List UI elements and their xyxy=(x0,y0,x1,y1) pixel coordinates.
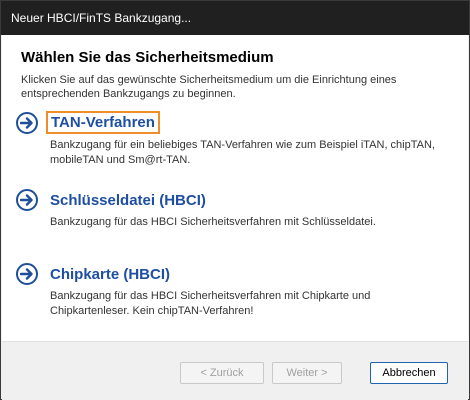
next-button[interactable]: Weiter > xyxy=(272,362,342,384)
page-subtext: Klicken Sie auf das gewünschte Sicherhei… xyxy=(21,74,397,100)
title-bar: Neuer HBCI/FinTS Bankzugang... xyxy=(1,1,469,35)
option-description-schluesseldatei: Bankzugang für das HBCI Sicherheitsverfa… xyxy=(50,216,376,228)
back-button[interactable]: < Zurück xyxy=(180,362,264,384)
page-heading: Wählen Sie das Sicherheitsmedium xyxy=(21,49,274,66)
option-title-schluesseldatei[interactable]: Schlüsseldatei (HBCI) xyxy=(46,190,210,211)
arrow-right-circle-icon[interactable] xyxy=(16,263,38,285)
option-description-chipkarte: Bankzugang für das HBCI Sicherheitsverfa… xyxy=(50,290,371,317)
option-title-tan-verfahren[interactable]: TAN-Verfahren xyxy=(46,111,160,134)
option-chipkarte[interactable]: Chipkarte (HBCI) Bankzugang für das HBCI… xyxy=(16,263,456,319)
cancel-button[interactable]: Abbrechen xyxy=(370,362,448,384)
dialog-window: Neuer HBCI/FinTS Bankzugang... Wählen Si… xyxy=(0,0,470,400)
button-bar: < Zurück Weiter > Abbrechen xyxy=(2,341,468,400)
option-description-tan-verfahren: Bankzugang für ein beliebiges TAN-Verfah… xyxy=(50,139,435,166)
option-schluesseldatei[interactable]: Schlüsseldatei (HBCI) Bankzugang für das… xyxy=(16,189,456,230)
content-panel: Wählen Sie das Sicherheitsmedium Klicken… xyxy=(2,35,468,341)
window-title: Neuer HBCI/FinTS Bankzugang... xyxy=(11,11,192,25)
arrow-right-circle-icon[interactable] xyxy=(16,189,38,211)
arrow-right-circle-icon[interactable] xyxy=(16,111,38,134)
option-tan-verfahren[interactable]: TAN-Verfahren Bankzugang für ein beliebi… xyxy=(16,111,456,168)
option-title-chipkarte[interactable]: Chipkarte (HBCI) xyxy=(46,264,174,285)
